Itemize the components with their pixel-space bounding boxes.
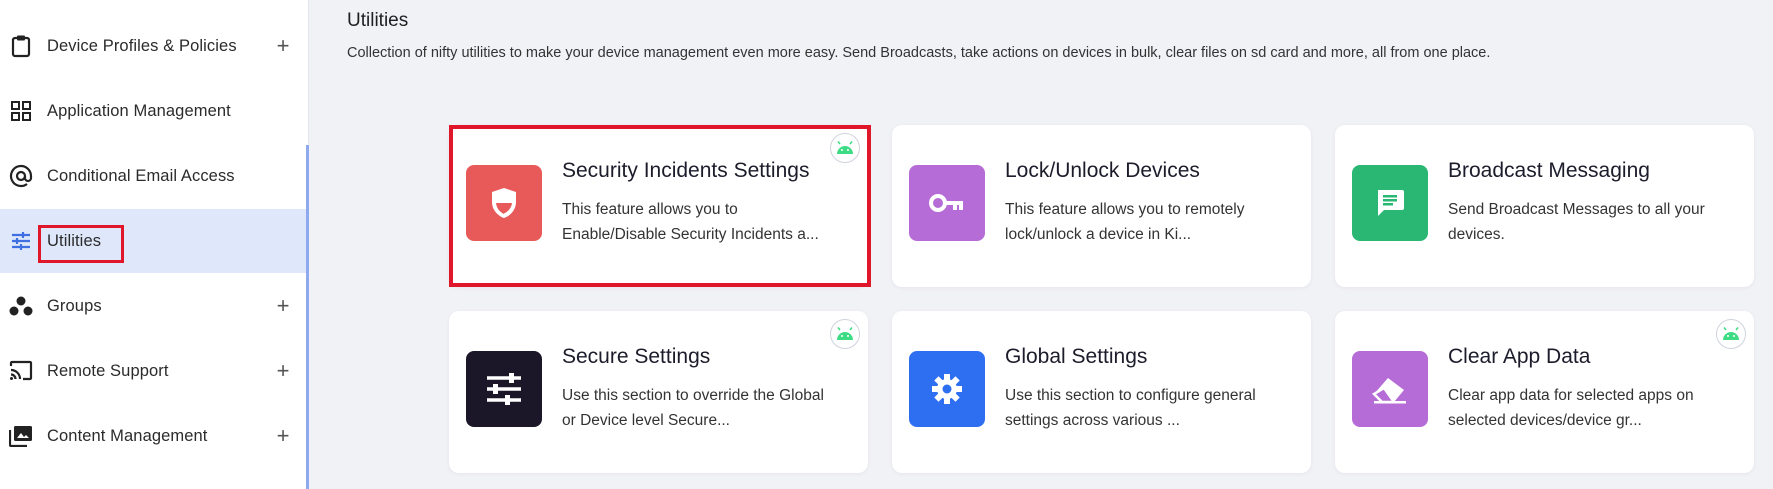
page-title: Utilities: [347, 10, 409, 31]
sidebar-item-remote-support[interactable]: Remote Support +: [0, 339, 306, 403]
card-description-line: devices.: [1448, 226, 1505, 243]
groups-icon: [8, 293, 34, 319]
card-title: Global Settings: [1005, 345, 1148, 368]
eraser-icon: [1352, 351, 1428, 427]
card-description-line: Clear app data for selected apps on: [1448, 387, 1694, 404]
card-description-line: Use this section to configure general: [1005, 387, 1256, 404]
expand-plus-icon[interactable]: +: [272, 295, 294, 317]
sidebar-item-conditional-email-access[interactable]: Conditional Email Access: [0, 144, 306, 208]
at-sign-icon: [8, 163, 34, 189]
clipboard-icon: [8, 33, 34, 59]
card-description: Use this section to override the Global …: [562, 383, 852, 433]
sidebar-item-application-management[interactable]: Application Management: [0, 79, 306, 143]
utility-card-secure-settings[interactable]: Secure Settings Use this section to over…: [449, 311, 868, 473]
highlight-annotation: [38, 225, 124, 263]
photo-library-icon: [8, 423, 34, 449]
utility-card-broadcast-messaging[interactable]: Broadcast Messaging Send Broadcast Messa…: [1335, 125, 1754, 287]
sidebar-item-label: Remote Support: [47, 361, 169, 380]
card-title: Clear App Data: [1448, 345, 1591, 368]
card-description-line: selected devices/device gr...: [1448, 412, 1642, 429]
message-icon: [1352, 165, 1428, 241]
card-description-line: Send Broadcast Messages to all your: [1448, 201, 1705, 218]
sidebar-item-label: Conditional Email Access: [47, 166, 235, 185]
expand-plus-icon[interactable]: +: [272, 35, 294, 57]
card-description-line: settings across various ...: [1005, 412, 1180, 429]
card-description: Send Broadcast Messages to all your devi…: [1448, 197, 1738, 247]
android-icon: [830, 319, 860, 349]
card-description-line: Use this section to override the Global: [562, 387, 824, 404]
card-description-line: lock/unlock a device in Ki...: [1005, 226, 1192, 243]
card-title: Lock/Unlock Devices: [1005, 159, 1200, 182]
main-content: Utilities Collection of nifty utilities …: [309, 0, 1773, 489]
utility-card-clear-app-data[interactable]: Clear App Data Clear app data for select…: [1335, 311, 1754, 473]
gear-icon: [909, 351, 985, 427]
highlight-annotation: [449, 125, 871, 287]
key-icon: [909, 165, 985, 241]
sidebar-item-label: Content Management: [47, 426, 208, 445]
sidebar-item-device-profiles[interactable]: Device Profiles & Policies +: [0, 14, 306, 78]
sidebar-item-label: Device Profiles & Policies: [47, 36, 237, 55]
card-description: Clear app data for selected apps on sele…: [1448, 383, 1738, 433]
page-description: Collection of nifty utilities to make yo…: [347, 45, 1491, 61]
sliders-icon: [8, 228, 34, 254]
card-description-line: or Device level Secure...: [562, 412, 730, 429]
sidebar-item-label: Application Management: [47, 101, 231, 120]
cast-icon: [8, 358, 34, 384]
expand-plus-icon[interactable]: +: [272, 425, 294, 447]
sidebar-item-label: Groups: [47, 296, 102, 315]
utility-card-lock-unlock[interactable]: Lock/Unlock Devices This feature allows …: [892, 125, 1311, 287]
sidebar-item-groups[interactable]: Groups +: [0, 274, 306, 338]
card-description: This feature allows you to remotely lock…: [1005, 197, 1295, 247]
expand-plus-icon[interactable]: +: [272, 360, 294, 382]
card-title: Broadcast Messaging: [1448, 159, 1650, 182]
sliders-icon: [466, 351, 542, 427]
card-description: Use this section to configure general se…: [1005, 383, 1295, 433]
android-icon: [1716, 319, 1746, 349]
sidebar-item-content-management[interactable]: Content Management +: [0, 404, 306, 468]
card-title: Secure Settings: [562, 345, 711, 368]
card-description-line: This feature allows you to remotely: [1005, 201, 1245, 218]
grid-icon: [8, 98, 34, 124]
utility-card-global-settings[interactable]: Global Settings Use this section to conf…: [892, 311, 1311, 473]
